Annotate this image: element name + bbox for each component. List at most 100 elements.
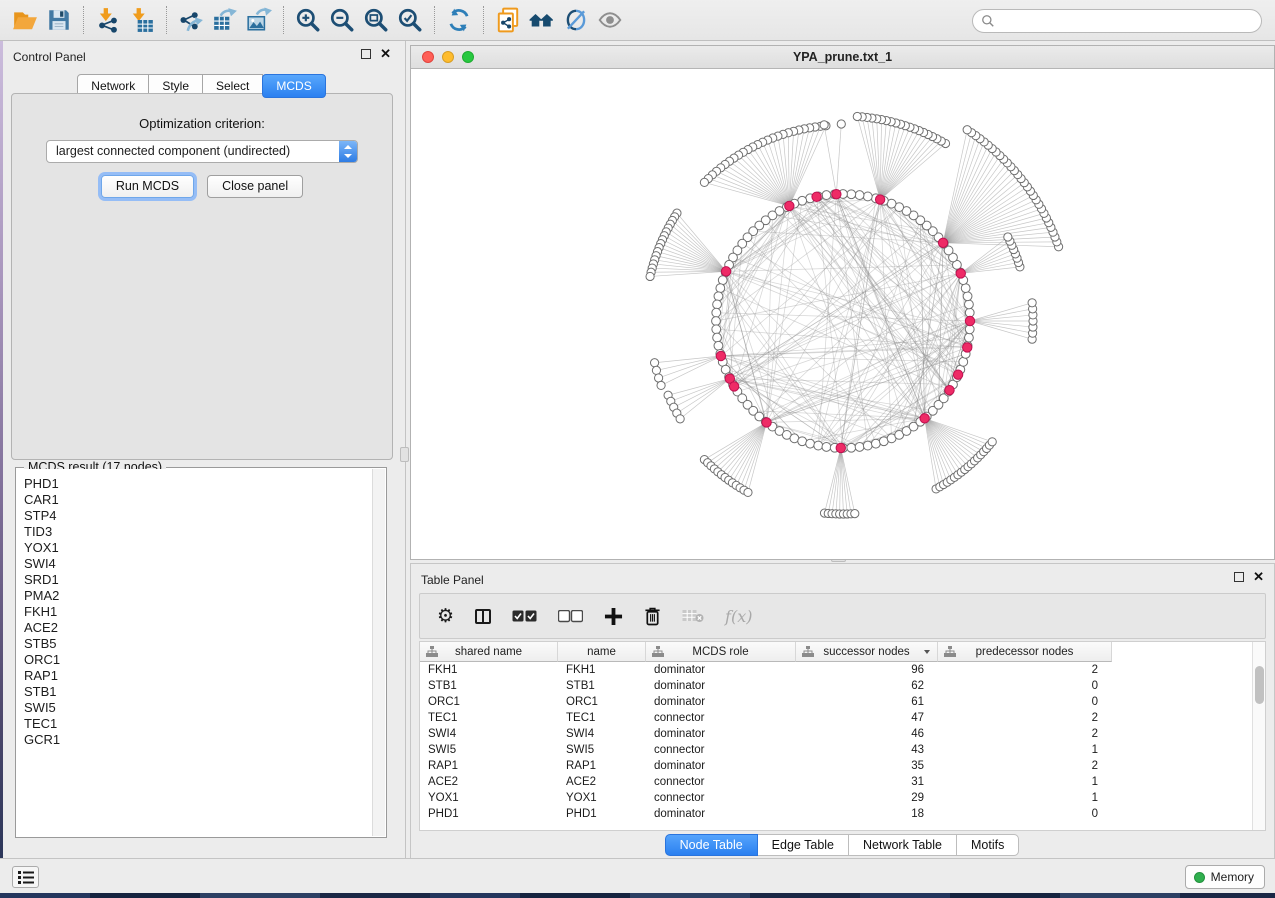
close-panel-button[interactable]: Close panel — [207, 175, 303, 198]
network-hub-node[interactable] — [945, 385, 954, 394]
table-row[interactable]: ACE2ACE2connector311 — [420, 774, 1265, 790]
mcds-result-item[interactable]: SRD1 — [17, 572, 385, 588]
table-cell[interactable]: 1 — [938, 774, 1112, 790]
network-leaf-node[interactable] — [837, 120, 845, 128]
network-hub-node[interactable] — [832, 189, 841, 198]
tab-network-table[interactable]: Network Table — [848, 834, 957, 856]
task-history-button[interactable] — [12, 866, 39, 888]
mcds-result-item[interactable]: TID3 — [17, 524, 385, 540]
network-hub-node[interactable] — [875, 195, 884, 204]
network-hub-node[interactable] — [953, 370, 962, 379]
share-document-icon[interactable] — [491, 4, 525, 36]
column-header-shared-name[interactable]: shared name — [420, 642, 558, 662]
network-node[interactable] — [822, 191, 831, 200]
network-node[interactable] — [718, 276, 727, 285]
mcds-result-item[interactable]: PMA2 — [17, 588, 385, 604]
network-titlebar[interactable]: YPA_prune.txt_1 — [411, 46, 1274, 69]
table-cell[interactable]: 1 — [938, 742, 1112, 758]
network-node[interactable] — [863, 192, 872, 201]
network-hub-node[interactable] — [729, 382, 738, 391]
network-leaf-node[interactable] — [1028, 299, 1036, 307]
table-scrollbar[interactable] — [1252, 642, 1265, 830]
search-field[interactable] — [972, 9, 1262, 33]
mcds-result-item[interactable]: SWI5 — [17, 700, 385, 716]
network-node[interactable] — [961, 284, 970, 293]
export-image-icon[interactable] — [242, 4, 276, 36]
tab-edge-table[interactable]: Edge Table — [757, 834, 849, 856]
network-hub-node[interactable] — [721, 267, 730, 276]
network-hub-node[interactable] — [963, 343, 972, 352]
float-window-icon[interactable] — [361, 49, 371, 59]
table-cell[interactable]: dominator — [646, 806, 796, 822]
table-cell[interactable]: TEC1 — [420, 710, 558, 726]
mcds-result-scrollbar[interactable] — [372, 469, 385, 836]
mcds-result-item[interactable]: STB1 — [17, 684, 385, 700]
column-header-successor-nodes[interactable]: successor nodes — [796, 642, 938, 662]
table-row[interactable]: SWI4SWI4dominator462 — [420, 726, 1265, 742]
table-cell[interactable]: 0 — [938, 694, 1112, 710]
network-node[interactable] — [871, 439, 880, 448]
network-node[interactable] — [822, 443, 831, 452]
mcds-result-item[interactable]: GCR1 — [17, 732, 385, 748]
table-row[interactable]: STB1STB1dominator620 — [420, 678, 1265, 694]
network-hub-node[interactable] — [762, 418, 771, 427]
table-cell[interactable]: 18 — [796, 806, 938, 822]
optimization-criterion-select[interactable]: largest connected component (undirected) — [46, 140, 358, 163]
network-leaf-node[interactable] — [650, 359, 658, 367]
column-header-predecessor-nodes[interactable]: predecessor nodes — [938, 642, 1112, 662]
mcds-result-item[interactable]: YOX1 — [17, 540, 385, 556]
mcds-result-item[interactable]: TEC1 — [17, 716, 385, 732]
network-node[interactable] — [855, 443, 864, 452]
table-cell[interactable]: 35 — [796, 758, 938, 774]
tab-motifs[interactable]: Motifs — [956, 834, 1019, 856]
table-cell[interactable]: dominator — [646, 694, 796, 710]
network-leaf-node[interactable] — [1004, 233, 1012, 241]
mcds-result-item[interactable]: STB5 — [17, 636, 385, 652]
network-canvas[interactable] — [411, 69, 1274, 559]
table-cell[interactable]: SWI4 — [558, 726, 646, 742]
mcds-result-item[interactable]: SWI4 — [17, 556, 385, 572]
network-leaf-node[interactable] — [820, 121, 828, 129]
memory-button[interactable]: Memory — [1185, 865, 1265, 889]
network-node[interactable] — [713, 333, 722, 342]
network-node[interactable] — [959, 357, 968, 366]
network-node[interactable] — [847, 190, 856, 199]
table-cell[interactable]: 43 — [796, 742, 938, 758]
show-eye-icon[interactable] — [593, 4, 627, 36]
table-cell[interactable]: ACE2 — [558, 774, 646, 790]
network-leaf-node[interactable] — [853, 112, 861, 120]
import-table-icon[interactable] — [125, 4, 159, 36]
search-input[interactable] — [995, 14, 1261, 28]
table-cell[interactable]: SWI5 — [558, 742, 646, 758]
tab-mcds[interactable]: MCDS — [262, 74, 325, 98]
table-cell[interactable]: SWI5 — [420, 742, 558, 758]
delete-column-icon[interactable] — [644, 606, 661, 626]
close-panel-icon[interactable]: ✕ — [1253, 572, 1264, 582]
table-cell[interactable]: 0 — [938, 806, 1112, 822]
table-cell[interactable]: RAP1 — [420, 758, 558, 774]
table-cell[interactable]: 2 — [938, 710, 1112, 726]
network-leaf-node[interactable] — [963, 126, 971, 134]
table-cell[interactable]: PHD1 — [558, 806, 646, 822]
table-cell[interactable]: FKH1 — [420, 662, 558, 678]
table-cell[interactable]: 31 — [796, 774, 938, 790]
network-node[interactable] — [965, 300, 974, 309]
network-hub-node[interactable] — [920, 414, 929, 423]
table-cell[interactable]: 1 — [938, 790, 1112, 806]
network-overview-icon[interactable] — [525, 4, 559, 36]
export-network-icon[interactable] — [174, 4, 208, 36]
float-window-icon[interactable] — [1234, 572, 1244, 582]
table-row[interactable]: ORC1ORC1dominator610 — [420, 694, 1265, 710]
network-node[interactable] — [847, 443, 856, 452]
run-mcds-button[interactable]: Run MCDS — [101, 175, 194, 198]
table-cell[interactable]: ORC1 — [420, 694, 558, 710]
sort-dropdown-icon[interactable] — [924, 650, 930, 654]
network-leaf-node[interactable] — [700, 178, 708, 186]
mcds-result-item[interactable]: PHD1 — [17, 476, 385, 492]
network-node[interactable] — [798, 437, 807, 446]
network-node[interactable] — [714, 292, 723, 301]
table-cell[interactable]: connector — [646, 790, 796, 806]
column-visibility-icon[interactable] — [475, 609, 491, 624]
table-cell[interactable]: 2 — [938, 758, 1112, 774]
function-builder-icon[interactable]: f(x) — [725, 607, 752, 626]
